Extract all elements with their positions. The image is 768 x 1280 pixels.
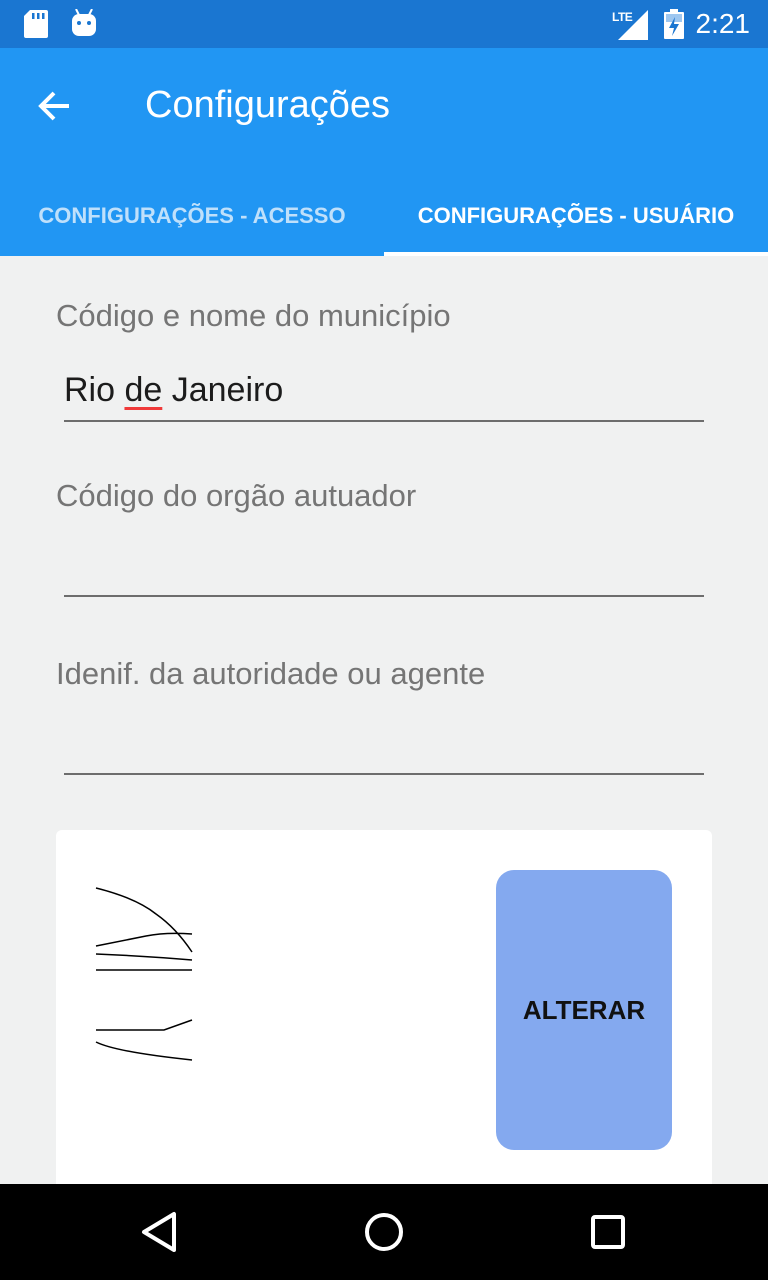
tab-indicator — [384, 252, 768, 256]
municipio-value-prefix: Rio — [64, 370, 125, 409]
agente-label: Idenif. da autoridade ou agente — [56, 656, 486, 691]
back-triangle-icon[interactable] — [134, 1206, 186, 1258]
home-circle-icon[interactable] — [358, 1206, 410, 1258]
tab-configuracoes-usuario[interactable]: CONFIGURAÇÕES - USUÁRIO — [384, 176, 768, 256]
municipio-value-suffix: Janeiro — [162, 370, 284, 409]
orgao-input[interactable] — [64, 535, 704, 597]
municipio-label: Código e nome do município — [56, 298, 451, 333]
clock: 2:21 — [695, 8, 751, 39]
alterar-button[interactable]: ALTERAR — [496, 870, 672, 1150]
signature-card: ALTERAR — [56, 830, 712, 1190]
battery-icon — [664, 9, 684, 39]
tab-label: CONFIGURAÇÕES - ACESSO — [38, 203, 346, 228]
navigation-bar — [0, 1184, 768, 1280]
agente-input[interactable] — [64, 713, 704, 775]
back-button[interactable] — [26, 78, 82, 134]
municipio-input[interactable]: Rio de Janeiro — [64, 360, 704, 422]
arrow-back-icon — [38, 91, 69, 121]
page-title: Configurações — [145, 84, 391, 126]
tab-label: CONFIGURAÇÕES - USUÁRIO — [417, 203, 735, 228]
orgao-field-group: Código do orgão autuador — [56, 478, 706, 597]
agente-field-group: Idenif. da autoridade ou agente — [56, 656, 706, 775]
signature-drawing — [95, 887, 193, 1061]
status-bar: LTE 2:21 — [0, 0, 768, 48]
app-bar: Configurações CONFIGURAÇÕES - ACESSO CON… — [0, 48, 768, 256]
tab-configuracoes-acesso[interactable]: CONFIGURAÇÕES - ACESSO — [0, 176, 384, 256]
signal-icon — [618, 10, 648, 40]
android-icon — [72, 9, 96, 36]
sd-card-icon — [24, 10, 48, 38]
recents-square-icon[interactable] — [582, 1206, 634, 1258]
municipio-field-group: Código e nome do município Rio de Janeir… — [56, 298, 706, 422]
municipio-value-misspelled: de — [124, 370, 163, 409]
orgao-label: Código do orgão autuador — [56, 478, 417, 513]
